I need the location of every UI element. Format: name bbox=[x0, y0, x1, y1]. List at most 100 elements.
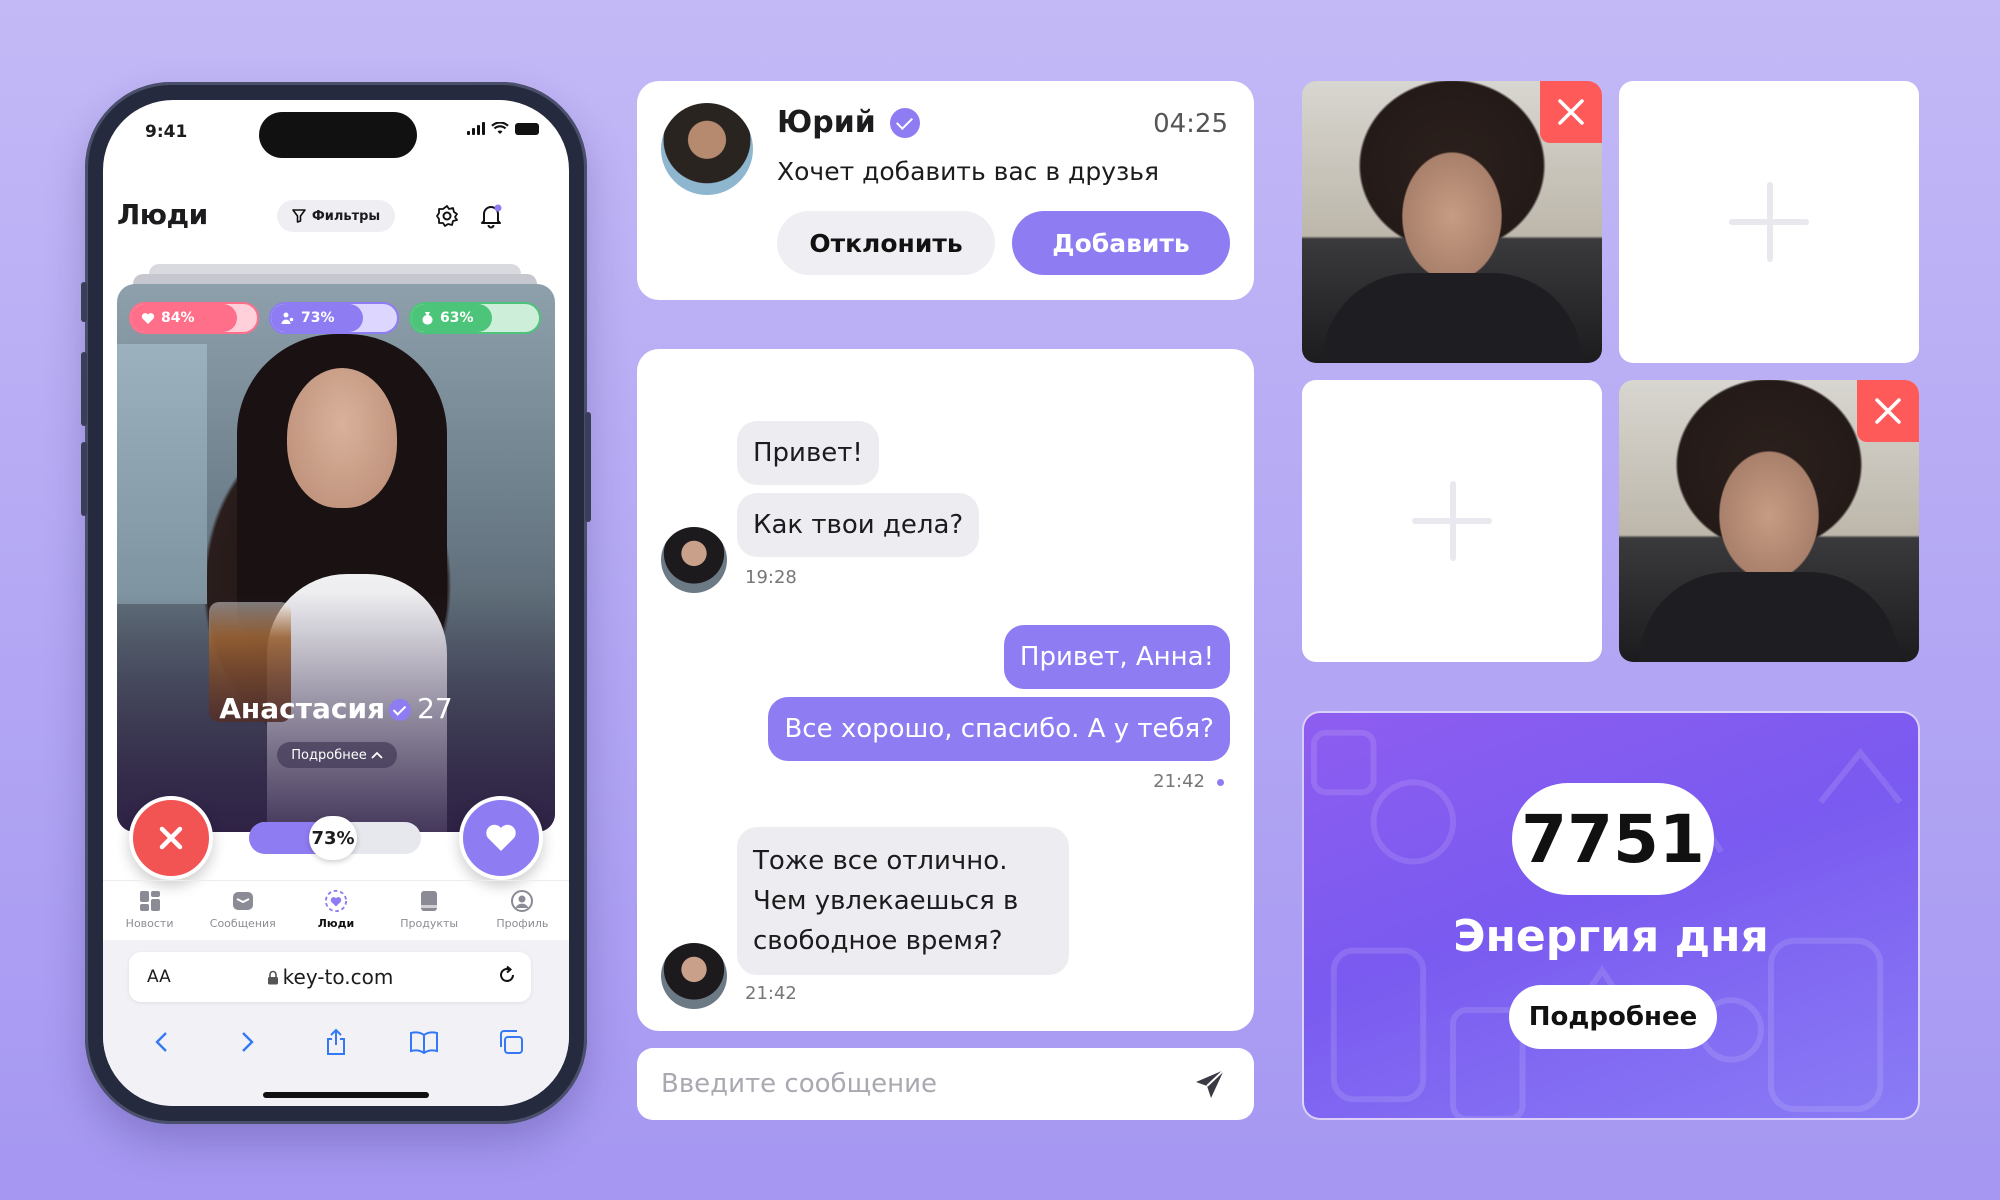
profile-more-button[interactable]: Подробнее bbox=[277, 742, 397, 768]
tab-label: Продукты bbox=[400, 917, 459, 930]
status-time: 9:41 bbox=[145, 122, 188, 142]
decline-button[interactable]: Отклонить bbox=[777, 211, 995, 275]
meter-value: 73% bbox=[301, 310, 335, 326]
plus-icon bbox=[1729, 182, 1809, 262]
message-out[interactable]: Все хорошо, спасибо. А у тебя? bbox=[768, 697, 1230, 761]
send-button[interactable] bbox=[1192, 1066, 1228, 1102]
app-header: Люди Фильтры bbox=[103, 178, 569, 248]
meter-value: 84% bbox=[161, 310, 195, 326]
energy-value: 7751 bbox=[1512, 783, 1714, 895]
heart-icon bbox=[486, 824, 516, 851]
tab-people[interactable]: Люди bbox=[291, 881, 381, 938]
settings-button[interactable] bbox=[433, 202, 461, 230]
tab-label: Новости bbox=[125, 917, 174, 930]
url-value: key-to.com bbox=[282, 965, 394, 989]
request-text: Хочет добавить вас в друзья bbox=[777, 157, 1160, 186]
messages-icon bbox=[231, 889, 255, 913]
photo-background bbox=[117, 344, 207, 604]
profile-name-row: Анастасия 27 bbox=[117, 692, 555, 725]
match-slider[interactable]: 73% bbox=[249, 812, 421, 864]
chevron-right-icon bbox=[242, 1032, 255, 1052]
profile-icon bbox=[510, 889, 534, 913]
request-time: 04:25 bbox=[1153, 109, 1228, 139]
friend-request-card: Юрий 04:25 Хочет добавить вас в друзья О… bbox=[637, 81, 1254, 300]
phone-volume-down bbox=[81, 442, 87, 516]
message-input[interactable] bbox=[661, 1048, 1161, 1120]
message-time: 19:28 bbox=[745, 567, 797, 588]
forward-button[interactable] bbox=[228, 1024, 268, 1060]
plus-icon bbox=[1412, 481, 1492, 561]
products-icon bbox=[417, 889, 441, 913]
add-photo-slot[interactable] bbox=[1619, 81, 1919, 363]
tabs-button[interactable] bbox=[491, 1024, 531, 1060]
message-in[interactable]: Привет! bbox=[737, 421, 879, 485]
compatibility-meter-business: 63% bbox=[409, 302, 541, 334]
avatar bbox=[661, 943, 727, 1009]
like-button[interactable] bbox=[459, 796, 543, 880]
gear-icon bbox=[436, 205, 458, 227]
browser-chrome: AA key-to.com bbox=[103, 940, 569, 1106]
add-photo-slot[interactable] bbox=[1302, 380, 1602, 662]
message-time: 21:42 bbox=[1153, 771, 1205, 792]
news-icon bbox=[138, 889, 162, 913]
compatibility-meter-friendship: 73% bbox=[269, 302, 399, 334]
url-text: key-to.com bbox=[129, 965, 531, 989]
profile-age: 27 bbox=[417, 692, 453, 725]
people-heart-icon bbox=[324, 889, 348, 913]
people-icon bbox=[281, 312, 294, 324]
home-indicator bbox=[263, 1092, 429, 1098]
address-bar[interactable]: AA key-to.com bbox=[129, 952, 531, 1002]
photo-tile[interactable] bbox=[1302, 81, 1602, 363]
meter-value: 63% bbox=[440, 310, 474, 326]
tab-news[interactable]: Новости bbox=[105, 881, 195, 938]
wifi-icon bbox=[491, 122, 509, 134]
profile-card[interactable]: 84% 73% 63% Анастасия 27 Подробнее bbox=[117, 284, 555, 832]
tabs-icon bbox=[500, 1030, 524, 1054]
bookmarks-button[interactable] bbox=[404, 1024, 444, 1060]
tab-profile[interactable]: Профиль bbox=[477, 881, 567, 938]
back-button[interactable] bbox=[141, 1024, 181, 1060]
book-icon bbox=[409, 1031, 438, 1054]
share-button[interactable] bbox=[316, 1024, 356, 1060]
notifications-button[interactable] bbox=[477, 202, 505, 230]
tab-label: Люди bbox=[317, 917, 355, 930]
dislike-button[interactable] bbox=[129, 796, 213, 880]
remove-photo-button[interactable] bbox=[1540, 81, 1602, 143]
energy-more-button[interactable]: Подробнее bbox=[1509, 985, 1717, 1049]
filters-label: Фильтры bbox=[311, 208, 381, 224]
bell-icon bbox=[481, 204, 502, 229]
verified-badge-icon bbox=[889, 107, 920, 138]
avatar bbox=[661, 103, 753, 195]
share-icon bbox=[326, 1028, 345, 1055]
photo-tile[interactable] bbox=[1619, 380, 1919, 662]
message-time-row: 21:42 bbox=[1153, 771, 1224, 792]
verified-badge-icon bbox=[389, 699, 412, 721]
signal-icon bbox=[467, 122, 485, 135]
filters-button[interactable]: Фильтры bbox=[277, 200, 395, 232]
reload-icon bbox=[500, 965, 514, 982]
lock-icon bbox=[267, 970, 278, 985]
remove-photo-button[interactable] bbox=[1857, 380, 1919, 442]
match-percent[interactable]: 73% bbox=[309, 816, 357, 860]
photo-face bbox=[287, 368, 397, 508]
message-in[interactable]: Как твои дела? bbox=[737, 493, 980, 557]
avatar bbox=[661, 527, 727, 593]
heart-icon bbox=[141, 312, 155, 324]
add-friend-button[interactable]: Добавить bbox=[1012, 211, 1230, 275]
message-in[interactable]: Тоже все отлично. Чем увлекаешься в своб… bbox=[737, 827, 1069, 975]
close-icon bbox=[1875, 398, 1901, 424]
browser-toolbar bbox=[103, 1024, 569, 1060]
tab-messages[interactable]: Сообщения bbox=[198, 881, 288, 938]
chevron-up-icon bbox=[371, 751, 383, 759]
compatibility-meter-love: 84% bbox=[129, 302, 259, 334]
meter-fill: 84% bbox=[131, 304, 237, 332]
battery-icon bbox=[515, 122, 539, 135]
tab-products[interactable]: Продукты bbox=[384, 881, 474, 938]
message-out[interactable]: Привет, Анна! bbox=[1003, 625, 1230, 689]
tab-label: Сообщения bbox=[209, 917, 276, 930]
profile-more-label: Подробнее bbox=[291, 747, 367, 763]
reload-button[interactable] bbox=[497, 965, 517, 989]
chevron-left-icon bbox=[155, 1032, 167, 1052]
energy-title: Энергия дня bbox=[1453, 911, 1769, 962]
profile-name: Анастасия bbox=[219, 692, 386, 725]
